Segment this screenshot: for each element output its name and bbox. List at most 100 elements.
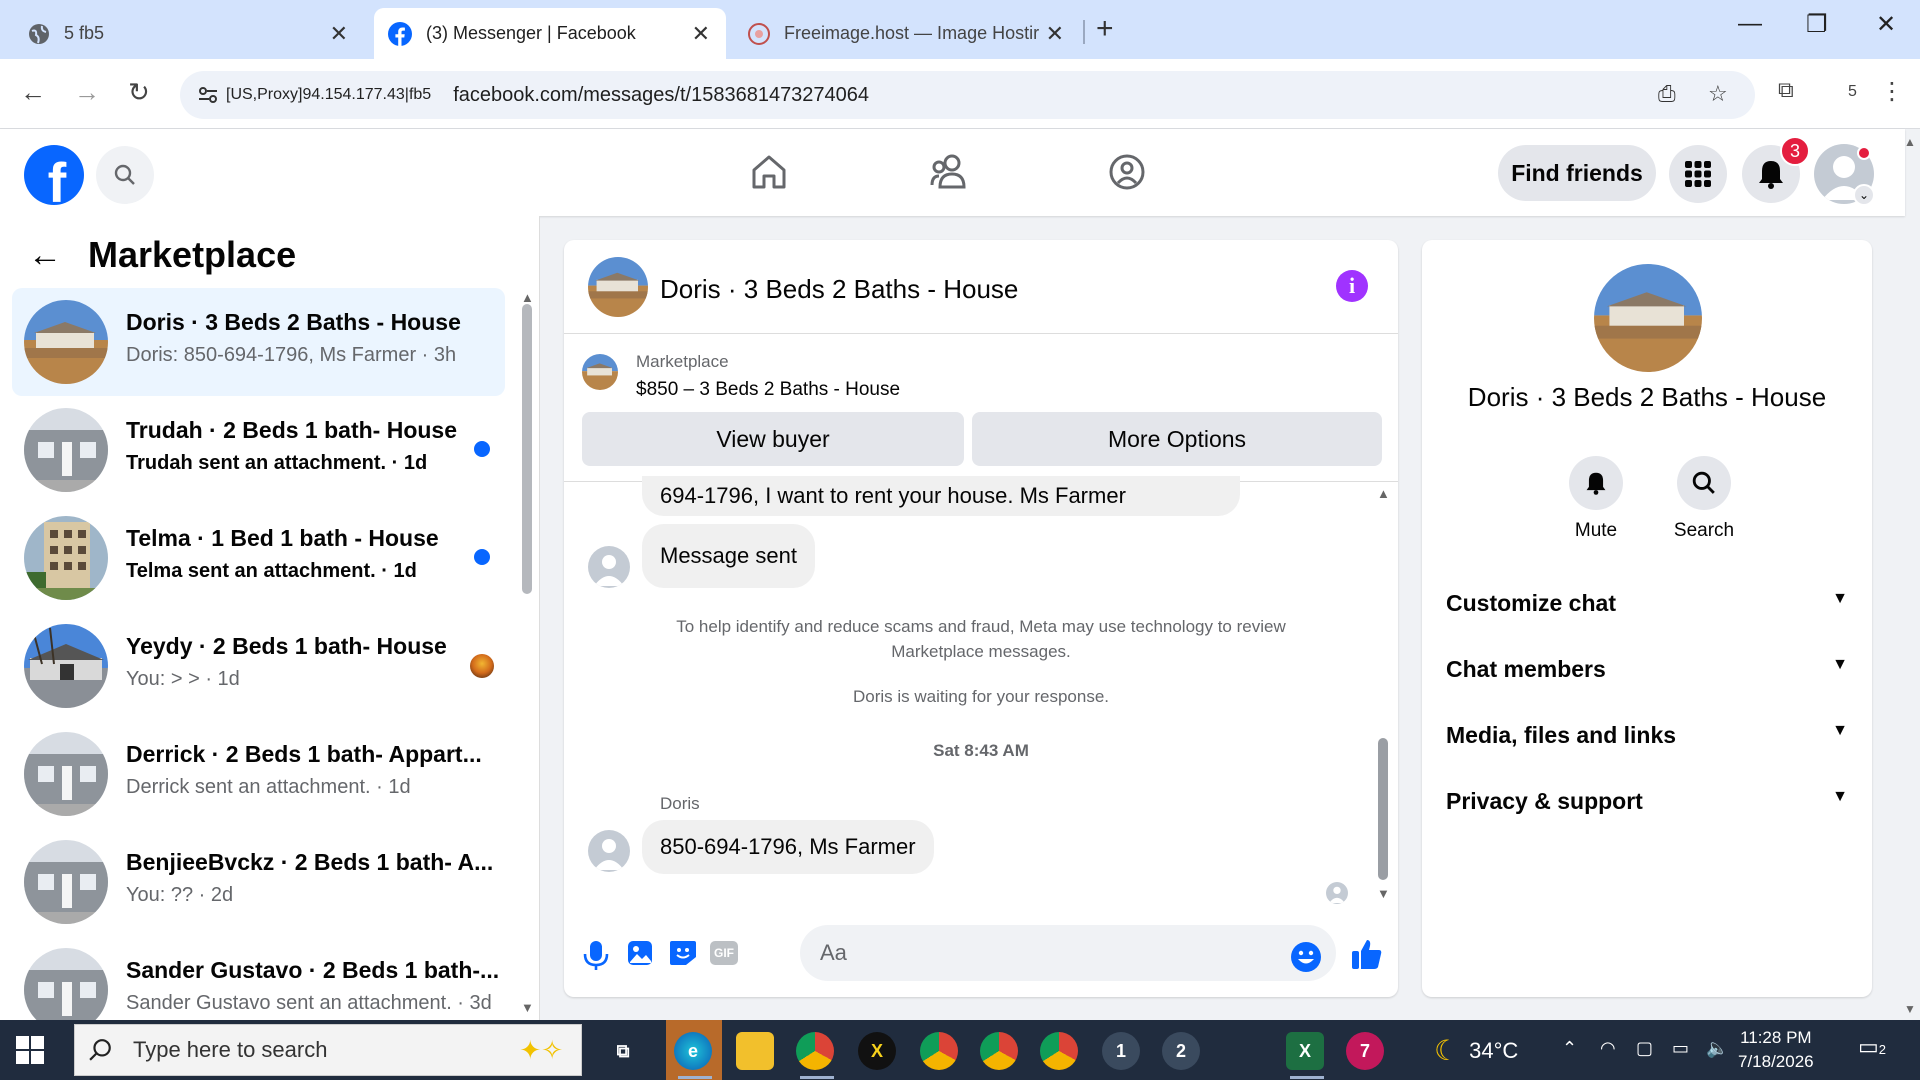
close-window-button[interactable]: ✕ [1876, 10, 1896, 39]
excel-icon[interactable]: X [1286, 1032, 1324, 1070]
find-friends-button[interactable]: Find friends [1498, 145, 1656, 201]
chat-profile-image[interactable] [1594, 264, 1702, 372]
message-bubble[interactable]: Message sent [642, 524, 815, 588]
conversation-item[interactable]: Sander Gustavo · 2 Beds 1 bath-... Sande… [12, 936, 505, 1020]
browser-tab-active[interactable]: (3) Messenger | Facebook ✕ [374, 8, 726, 59]
house-thumbnail [24, 624, 108, 708]
new-tab-button[interactable]: + [1096, 12, 1114, 46]
page-scroll-down[interactable]: ▼ [1904, 1002, 1916, 1016]
search-action[interactable]: Search [1664, 456, 1744, 542]
search-icon [89, 1039, 111, 1061]
message-bubble[interactable]: 850-694-1796, Ms Farmer [642, 820, 934, 874]
chat-avatar[interactable] [588, 257, 648, 317]
customize-chat-section[interactable]: Customize chat ▼ [1446, 590, 1848, 617]
conversation-item[interactable]: BenjieeBvckz · 2 Beds 1 bath- A... You: … [12, 828, 505, 936]
search-button[interactable] [1677, 456, 1731, 510]
facebook-logo-icon[interactable]: f [24, 145, 84, 205]
chrome-profile-icon[interactable] [1040, 1032, 1078, 1070]
back-arrow-icon[interactable]: ← [28, 236, 62, 275]
task-view-icon[interactable]: ⧉ [604, 1032, 642, 1070]
edge-browser-icon[interactable]: e [674, 1032, 712, 1070]
url-text[interactable]: facebook.com/messages/t/1583681473274064 [453, 84, 869, 107]
reload-button[interactable]: ↻ [128, 77, 150, 108]
message-bubble[interactable]: 694-1796, I want to rent your house. Ms … [642, 476, 1240, 516]
taskbar-search[interactable]: Type here to search ✦✧ [74, 1024, 582, 1076]
ix-browser-icon[interactable]: X [858, 1032, 896, 1070]
app-window-1-icon[interactable]: 1 [1102, 1032, 1140, 1070]
close-tab-icon[interactable]: ✕ [1046, 21, 1064, 47]
search-button[interactable] [96, 146, 154, 204]
close-tab-icon[interactable]: ✕ [692, 21, 710, 47]
browser-tab[interactable]: 5 fb5 ✕ [14, 8, 364, 59]
thumbs-up-icon[interactable] [1350, 937, 1384, 971]
emoji-icon[interactable] [1290, 941, 1322, 973]
volume-icon[interactable]: 🔈 [1706, 1038, 1728, 1059]
microphone-icon[interactable] [582, 939, 610, 971]
more-options-button[interactable]: More Options [972, 412, 1382, 466]
weather-widget[interactable]: ☾ 34°C [1434, 1034, 1518, 1067]
chat-scroll-down[interactable]: ▼ [1377, 886, 1390, 901]
friends-icon[interactable] [930, 153, 970, 191]
close-tab-icon[interactable]: ✕ [330, 21, 348, 47]
tray-chevron-icon[interactable]: ⌃ [1562, 1038, 1577, 1059]
gif-icon[interactable]: GIF [710, 941, 738, 965]
tab-search-icon[interactable]: ⧉ [1778, 77, 1794, 103]
page-scroll-up[interactable]: ▲ [1904, 135, 1916, 149]
system-clock[interactable]: 11:28 PM 7/18/2026 [1738, 1026, 1814, 1074]
mute-action[interactable]: Mute [1556, 456, 1636, 542]
menu-button[interactable] [1669, 145, 1727, 203]
sidebar-scrollbar[interactable] [522, 304, 532, 594]
media-files-section[interactable]: Media, files and links ▼ [1446, 722, 1848, 749]
photo-icon[interactable] [626, 939, 654, 967]
battery-icon[interactable]: ▭ [1672, 1038, 1689, 1059]
view-buyer-button[interactable]: View buyer [582, 412, 964, 466]
network-icon[interactable]: ◠ [1600, 1038, 1616, 1059]
privacy-support-section[interactable]: Privacy & support ▼ [1446, 788, 1848, 815]
sender-avatar[interactable] [588, 830, 630, 872]
app-window-7-icon[interactable]: 7 [1346, 1032, 1384, 1070]
address-bar[interactable]: [US,Proxy]94.154.177.43|fb5 facebook.com… [180, 71, 1755, 119]
conversation-item[interactable]: Doris · 3 Beds 2 Baths - House Doris: 85… [12, 288, 505, 396]
app-window-2-icon[interactable]: 2 [1162, 1032, 1200, 1070]
conversation-item[interactable]: Derrick · 2 Beds 1 bath- Appart... Derri… [12, 720, 505, 828]
scroll-down-arrow[interactable]: ▼ [521, 1000, 534, 1015]
chrome-profile-icon[interactable] [980, 1032, 1018, 1070]
restore-button[interactable]: ❐ [1806, 10, 1828, 39]
chat-scroll-up[interactable]: ▲ [1377, 486, 1390, 501]
file-explorer-icon[interactable] [736, 1032, 774, 1070]
browser-tab[interactable]: Freeimage.host — Image Hostir ✕ [734, 8, 1080, 59]
conversation-item[interactable]: Trudah · 2 Beds 1 bath- House Trudah sen… [12, 396, 505, 504]
site-info[interactable]: [US,Proxy]94.154.177.43|fb5 [198, 86, 431, 104]
conversation-item[interactable]: Telma · 1 Bed 1 bath - House Telma sent … [12, 504, 505, 612]
forward-button[interactable]: → [74, 77, 100, 108]
mute-button[interactable] [1569, 456, 1623, 510]
info-icon[interactable]: i [1336, 270, 1368, 302]
listing-thumbnail[interactable] [582, 354, 618, 390]
chat-title[interactable]: Doris · 3 Beds 2 Baths - House [660, 274, 1018, 305]
groups-icon[interactable] [1108, 153, 1146, 191]
profile-counter[interactable]: 5 [1848, 83, 1857, 101]
notification-center-icon[interactable]: ▭2 [1858, 1034, 1886, 1060]
scroll-up-arrow[interactable]: ▲ [521, 290, 534, 305]
chat-scrollbar[interactable] [1378, 738, 1388, 880]
conversation-title: Doris · 3 Beds 2 Baths - House [126, 309, 461, 335]
conversation-item[interactable]: Yeydy · 2 Beds 1 bath- House You: > > · … [12, 612, 505, 720]
windows-start-icon[interactable] [16, 1036, 44, 1064]
minimize-button[interactable]: — [1738, 10, 1762, 38]
menu-kebab-icon[interactable]: ⋮ [1880, 77, 1904, 106]
message-input[interactable]: Aa [800, 925, 1336, 981]
tab-title: (3) Messenger | Facebook [426, 23, 636, 43]
chrome-icon[interactable] [796, 1032, 834, 1070]
sticker-icon[interactable] [668, 939, 698, 967]
back-button[interactable]: ← [20, 77, 46, 108]
home-icon[interactable] [750, 153, 788, 191]
apartment-thumbnail [24, 516, 108, 600]
bookmark-star-icon[interactable]: ☆ [1708, 81, 1728, 107]
sender-avatar[interactable] [588, 546, 630, 588]
chat-members-section[interactable]: Chat members ▼ [1446, 656, 1848, 683]
chevron-down-icon[interactable]: ⌄ [1853, 184, 1875, 206]
chrome-profile-icon[interactable] [920, 1032, 958, 1070]
meet-now-icon[interactable]: ▢ [1636, 1038, 1653, 1059]
install-app-icon[interactable]: ⎙ [1658, 81, 1676, 107]
listing-price[interactable]: $850 – 3 Beds 2 Baths - House [636, 379, 900, 401]
